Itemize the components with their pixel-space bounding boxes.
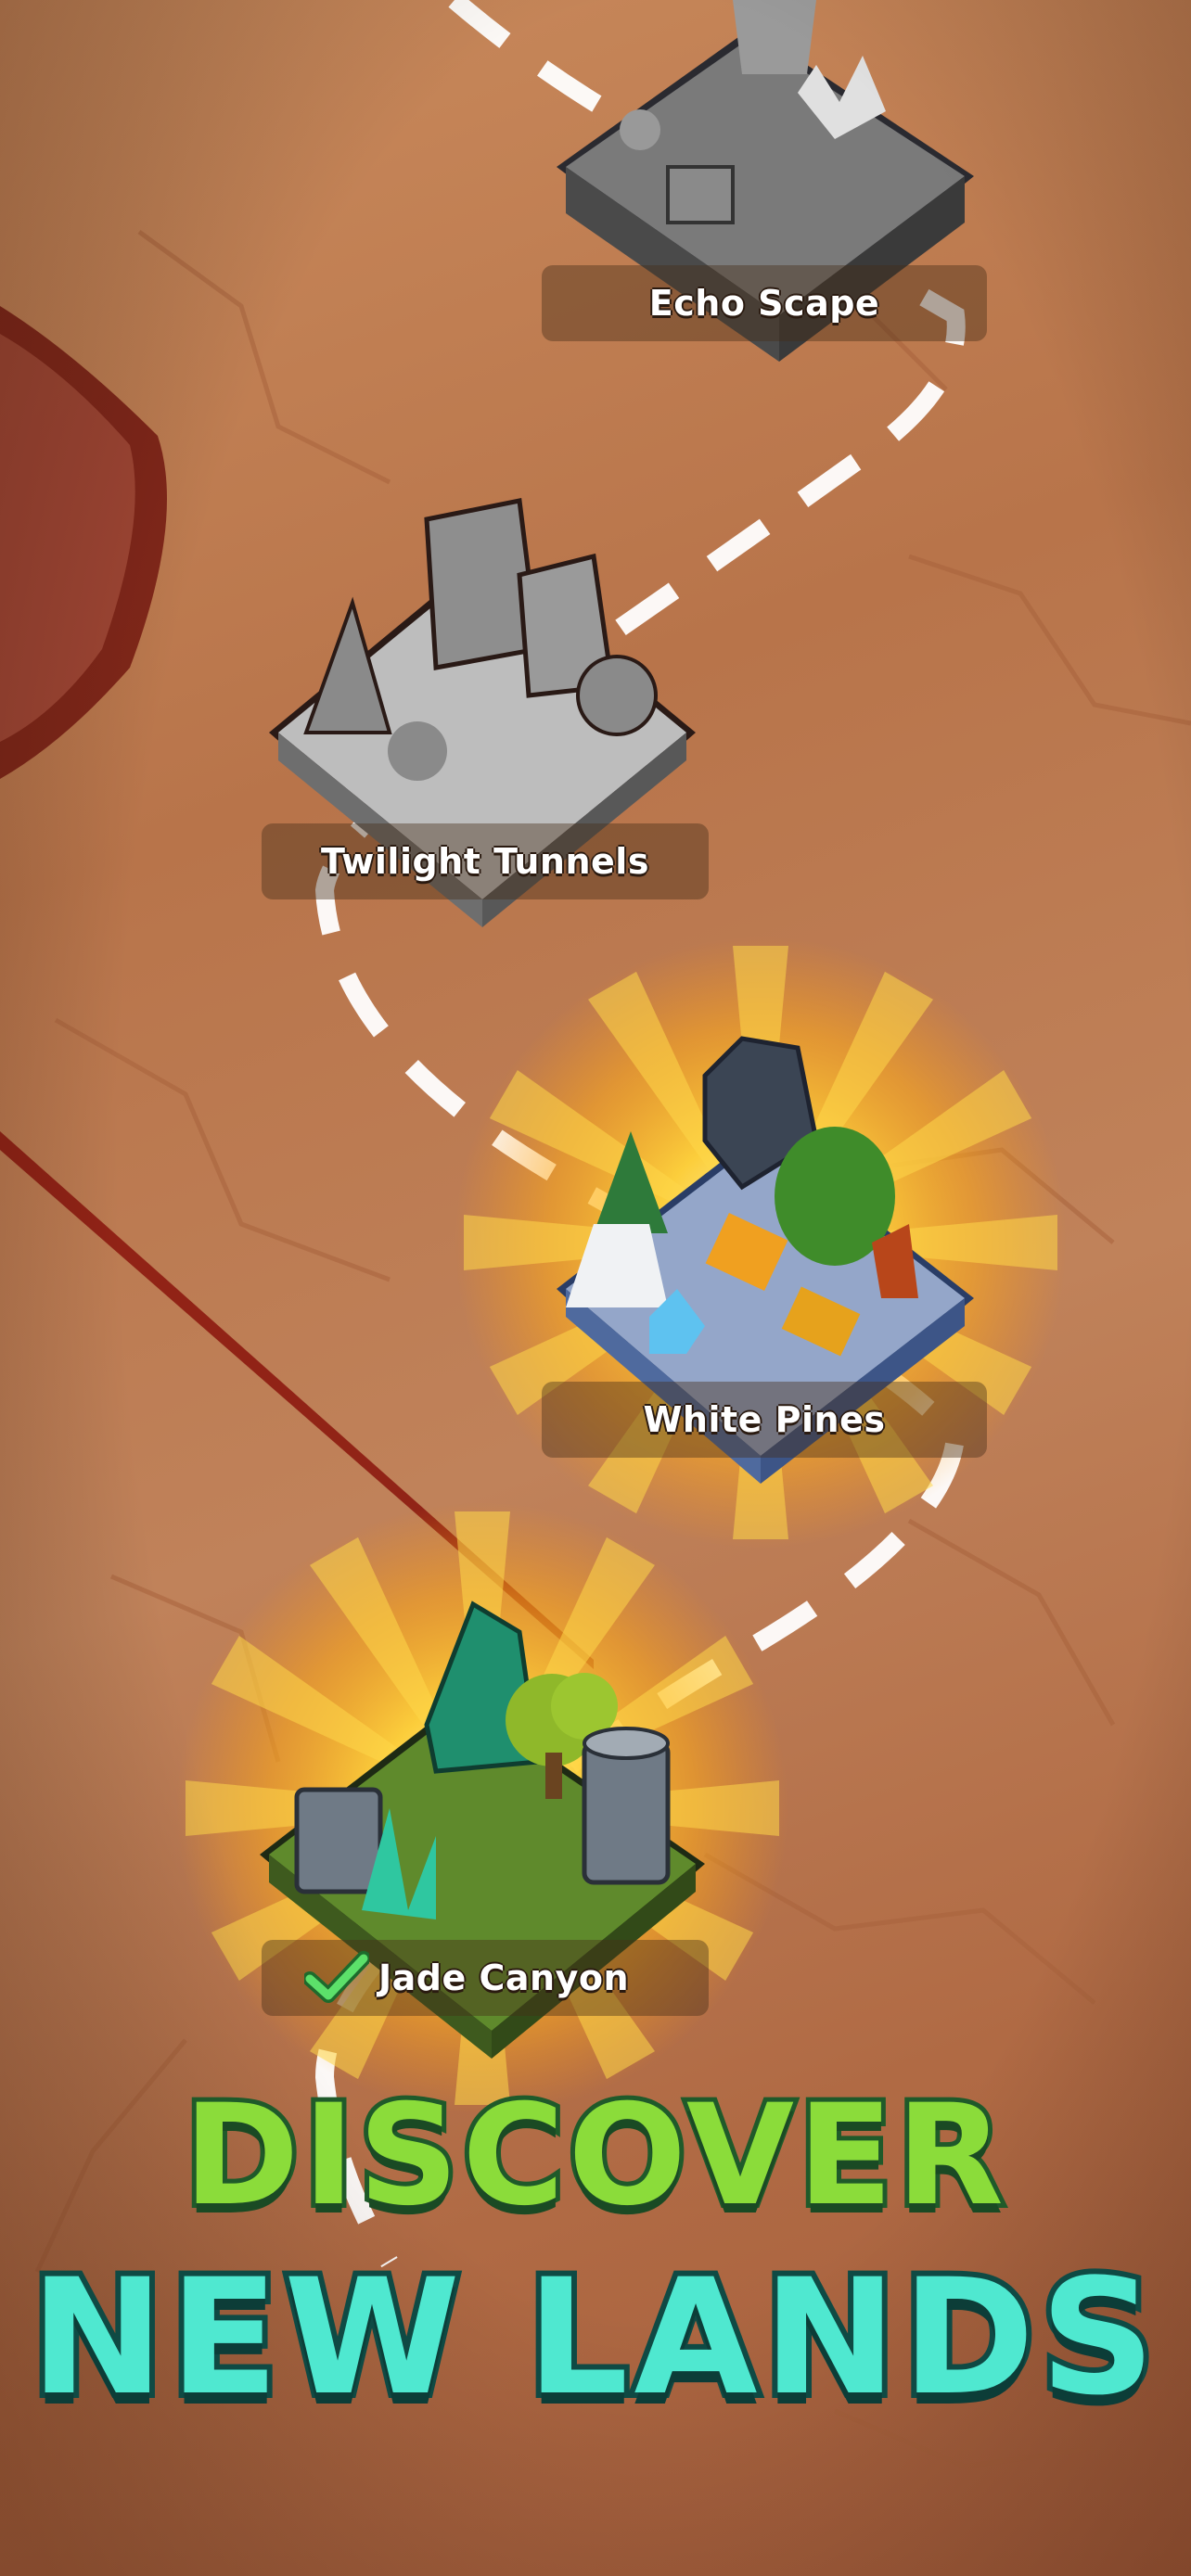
level-label-jade-canyon[interactable]: Jade Canyon: [262, 1940, 709, 2016]
level-name: White Pines: [643, 1399, 886, 1440]
level-label-white-pines[interactable]: White Pines: [542, 1382, 987, 1458]
headline-discover: DISCOVER: [179, 2071, 1008, 2241]
level-name: Jade Canyon: [378, 1958, 629, 1998]
check-icon: [304, 1951, 369, 2003]
level-label-twilight-tunnels[interactable]: Twilight Tunnels: [262, 823, 709, 899]
headline-new-lands: NEW LANDS: [25, 2238, 1161, 2436]
level-name: Twilight Tunnels: [321, 841, 649, 882]
level-label-echo-scape[interactable]: Echo Scape: [542, 265, 987, 341]
level-name: Echo Scape: [648, 283, 880, 324]
